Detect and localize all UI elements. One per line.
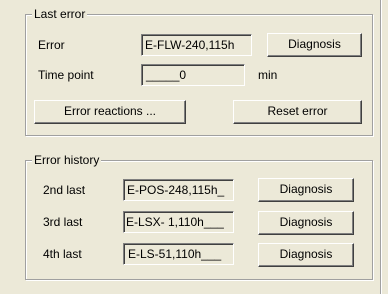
error-panel: Last error Error E-FLW-240,115h Diagnosi…: [0, 0, 388, 294]
time-point-field: _____0: [141, 64, 245, 86]
history-row-4th-diagnosis-button[interactable]: Diagnosis: [258, 243, 354, 267]
history-row-2nd-diagnosis-button[interactable]: Diagnosis: [258, 178, 354, 202]
history-row-3rd-label: 3rd last: [43, 215, 83, 229]
error-reactions-button[interactable]: Error reactions ...: [34, 100, 186, 124]
history-row-3rd-diagnosis-button[interactable]: Diagnosis: [258, 211, 354, 235]
error-label: Error: [38, 38, 65, 52]
reset-error-button[interactable]: Reset error: [233, 100, 362, 124]
diagnosis-button[interactable]: Diagnosis: [267, 33, 362, 57]
error-value-field: E-FLW-240,115h: [141, 34, 252, 56]
error-history-title: Error history: [32, 153, 102, 167]
time-point-label: Time point: [38, 68, 94, 82]
history-row-3rd-value: E-LSX- 1,110h___: [123, 211, 234, 233]
history-row-2nd-label: 2nd last: [43, 183, 86, 197]
history-row-4th-value: E-LS-51,110h___: [123, 243, 234, 265]
history-row-4th-label: 4th last: [43, 247, 82, 261]
last-error-title: Last error: [32, 7, 88, 21]
panel-edge-highlight: [381, 0, 382, 294]
time-unit-label: min: [258, 68, 278, 82]
history-row-2nd-value: E-POS-248,115h_: [123, 179, 234, 201]
